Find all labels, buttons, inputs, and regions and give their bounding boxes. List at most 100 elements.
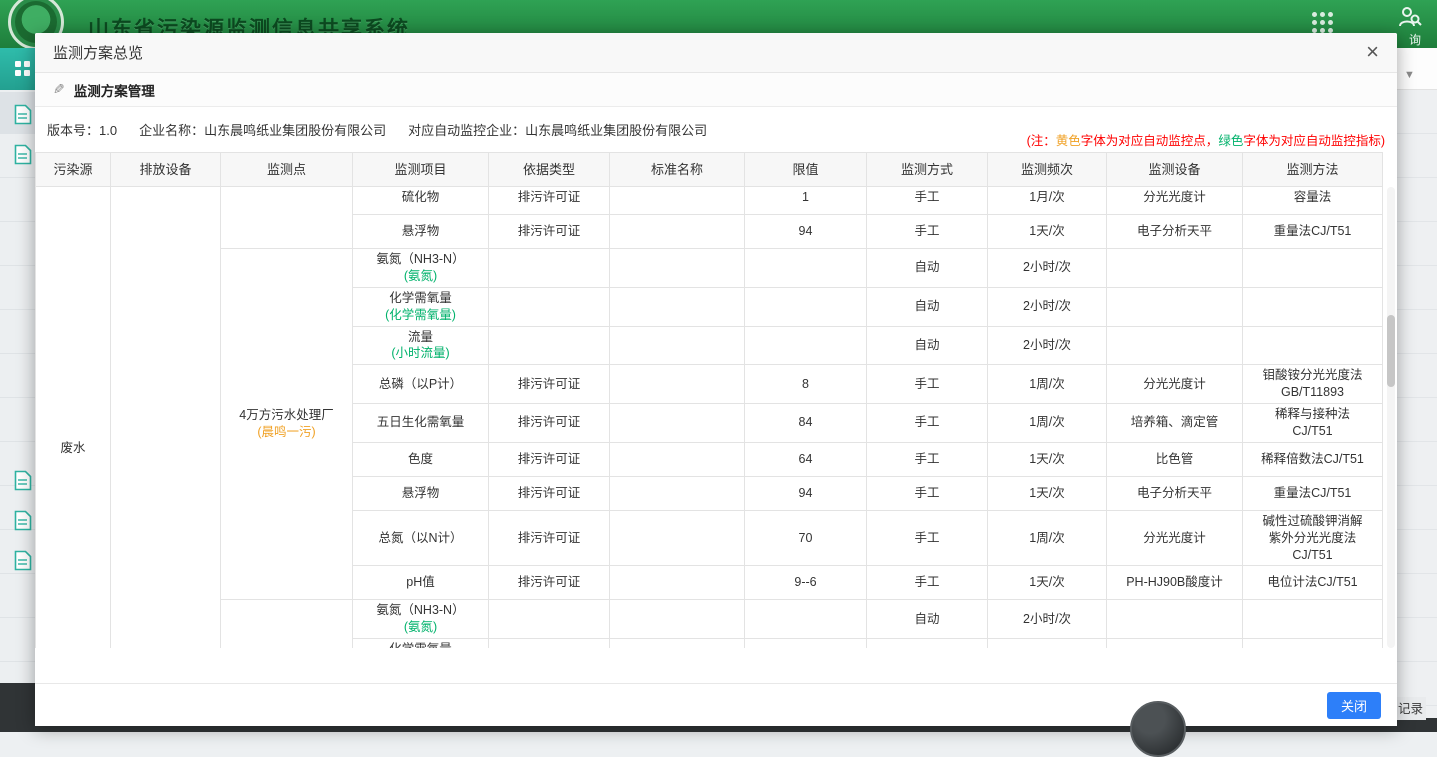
scrollbar-thumb[interactable] <box>1387 315 1395 387</box>
file-icon[interactable] <box>14 550 32 571</box>
cell-monitor-item: 五日生化需氧量 <box>353 404 489 443</box>
cell-monitor-mode: 自动 <box>867 326 988 365</box>
cell-monitor-mode: 手工 <box>867 215 988 249</box>
cell-standard-name <box>610 476 745 510</box>
cell-monitor-item: 悬浮物 <box>353 476 489 510</box>
chevron-down-icon[interactable]: ▼ <box>1404 69 1415 81</box>
cell-basis-type: 排污许可证 <box>489 566 610 600</box>
column-header: 监测方式 <box>867 153 988 187</box>
cell-limit-value: 64 <box>745 442 867 476</box>
cell-standard-name <box>610 287 745 326</box>
cell-limit-value <box>745 600 867 639</box>
cell-basis-type: 排污许可证 <box>489 404 610 443</box>
cell-monitor-item: 硫化物 <box>353 187 489 215</box>
cell-monitor-item: 总磷（以P计） <box>353 365 489 404</box>
vertical-scrollbar[interactable] <box>1387 187 1395 648</box>
file-icon[interactable] <box>14 510 32 531</box>
apps-grid-icon[interactable] <box>1312 12 1333 33</box>
cell-monitor-mode: 手工 <box>867 365 988 404</box>
plan-table: 废水硫化物排污许可证1手工1月/次分光光度计容量法悬浮物排污许可证94手工1天/… <box>35 187 1383 648</box>
file-icon[interactable] <box>14 104 32 125</box>
cell-limit-value <box>745 326 867 365</box>
close-button[interactable]: 关闭 <box>1327 692 1381 719</box>
column-header: 监测项目 <box>353 153 489 187</box>
modal-title: 监测方案总览 <box>53 42 143 63</box>
column-header: 依据类型 <box>489 153 610 187</box>
column-header: 监测点 <box>221 153 353 187</box>
cell-monitor-equipment: 分光光度计 <box>1107 187 1243 215</box>
cell-monitor-frequency: 1周/次 <box>988 510 1107 566</box>
cell-limit-value <box>745 287 867 326</box>
monitor-item-auto-tag: (化学需氧量) <box>357 307 484 324</box>
monitor-item-auto-tag: (氨氮) <box>357 619 484 636</box>
cell-standard-name <box>610 404 745 443</box>
version-pair: 版本号：1.0 <box>47 120 117 139</box>
cell-basis-type <box>489 600 610 639</box>
cell-monitor-equipment <box>1107 249 1243 288</box>
cell-monitor-method <box>1243 639 1383 648</box>
cell-monitor-frequency: 1周/次 <box>988 365 1107 404</box>
file-icon[interactable] <box>14 144 32 165</box>
cell-basis-type <box>489 287 610 326</box>
cell-monitor-mode: 手工 <box>867 442 988 476</box>
cell-monitor-point: 4万方污水处理厂(晨鸣一污) <box>221 249 353 600</box>
cell-monitor-equipment: 电子分析天平 <box>1107 476 1243 510</box>
cell-basis-type <box>489 326 610 365</box>
query-label[interactable]: 询 <box>1409 31 1421 48</box>
cell-basis-type <box>489 639 610 648</box>
cell-monitor-mode: 手工 <box>867 404 988 443</box>
cell-monitor-frequency: 1月/次 <box>988 187 1107 215</box>
column-header: 污染源 <box>36 153 111 187</box>
version-value: 1.0 <box>99 123 117 138</box>
cell-monitor-frequency: 1天/次 <box>988 442 1107 476</box>
cell-monitor-equipment <box>1107 639 1243 648</box>
close-icon[interactable]: × <box>1360 39 1385 65</box>
cell-limit-value <box>745 639 867 648</box>
background-list <box>1397 90 1437 718</box>
cell-monitor-item: 总氮（以N计） <box>353 510 489 566</box>
cell-monitor-item: 流量(小时流量) <box>353 326 489 365</box>
plan-info-bar: 版本号：1.0 企业名称：山东晨鸣纸业集团股份有限公司 对应自动监控企业：山东晨… <box>35 107 1397 152</box>
file-icon[interactable] <box>14 470 32 491</box>
cell-monitor-method: 稀释倍数法CJ/T51 <box>1243 442 1383 476</box>
table-row: 废水硫化物排污许可证1手工1月/次分光光度计容量法 <box>36 187 1383 215</box>
assistant-floating-button[interactable] <box>1130 701 1186 757</box>
cell-limit-value: 84 <box>745 404 867 443</box>
modal-header: 监测方案总览 × <box>35 33 1397 73</box>
cell-monitor-method <box>1243 600 1383 639</box>
modal-footer: 关闭 <box>35 683 1397 726</box>
cell-monitor-item: 色度 <box>353 442 489 476</box>
cell-monitor-method: 重量法CJ/T51 <box>1243 215 1383 249</box>
cell-basis-type: 排污许可证 <box>489 365 610 404</box>
company-value: 山东晨鸣纸业集团股份有限公司 <box>204 123 386 138</box>
monitor-item-auto-tag: (小时流量) <box>357 345 484 362</box>
cell-monitor-equipment <box>1107 600 1243 639</box>
cell-standard-name <box>610 326 745 365</box>
table-scroll-viewport[interactable]: 废水硫化物排污许可证1手工1月/次分光光度计容量法悬浮物排污许可证94手工1天/… <box>35 187 1397 648</box>
cell-monitor-equipment: 比色管 <box>1107 442 1243 476</box>
cell-monitor-equipment: PH-HJ90B酸度计 <box>1107 566 1243 600</box>
cell-discharge-equipment <box>111 187 221 648</box>
cell-standard-name <box>610 365 745 404</box>
record-count-label: 记录 <box>1396 697 1426 720</box>
cell-monitor-mode: 自动 <box>867 249 988 288</box>
cell-limit-value: 94 <box>745 215 867 249</box>
cell-monitor-equipment: 分光光度计 <box>1107 510 1243 566</box>
cell-limit-value: 1 <box>745 187 867 215</box>
cell-limit-value <box>745 249 867 288</box>
cell-standard-name <box>610 510 745 566</box>
monitor-item-auto-tag: (氨氮) <box>357 268 484 285</box>
cell-monitor-mode: 手工 <box>867 187 988 215</box>
cell-monitor-method: 容量法 <box>1243 187 1383 215</box>
cell-monitor-frequency: 2小时/次 <box>988 287 1107 326</box>
cell-standard-name <box>610 249 745 288</box>
cell-monitor-method: 钼酸铵分光光度法 GB/T11893 <box>1243 365 1383 404</box>
legend-note: (注：黄色字体为对应自动监控点，绿色字体为对应自动监控指标) <box>1027 130 1385 149</box>
cell-monitor-mode: 自动 <box>867 287 988 326</box>
menu-grid-icon[interactable] <box>15 61 30 76</box>
cell-monitor-frequency: 1周/次 <box>988 404 1107 443</box>
cell-monitor-point <box>221 187 353 249</box>
cell-monitor-frequency: 1天/次 <box>988 566 1107 600</box>
cell-monitor-method <box>1243 287 1383 326</box>
table-row: 4万方污水处理厂(晨鸣一污)氨氮（NH3-N）(氨氮)自动2小时/次 <box>36 249 1383 288</box>
